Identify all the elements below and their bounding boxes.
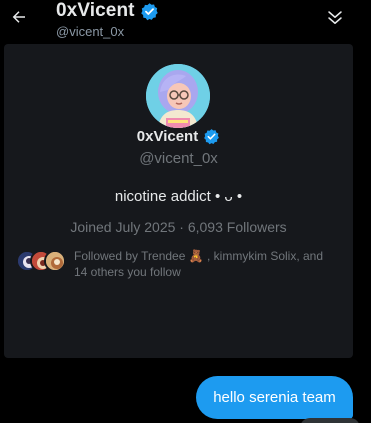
header-handle: @vicent_0x — [56, 24, 125, 39]
back-arrow-icon — [12, 11, 25, 23]
verified-badge-icon — [204, 129, 220, 145]
header-display-name: 0xVicent — [56, 0, 135, 21]
profile-avatar[interactable] — [146, 64, 210, 128]
profile-handle: @vicent_0x — [139, 150, 218, 167]
profile-card[interactable]: 0xVicent @vicent_0x nicotine addict • ᴗ … — [4, 44, 353, 358]
header-title: 0xVicent — [56, 0, 159, 22]
verified-badge-icon — [140, 2, 158, 20]
profile-meta: Joined July 2025 · 6,093 Followers — [70, 219, 287, 235]
follower-avatar — [44, 250, 66, 272]
profile-display-name: 0xVicent — [136, 128, 199, 145]
collapse-button[interactable] — [325, 8, 345, 28]
profile-name-row: 0xVicent — [4, 128, 353, 145]
double-chevron-down-icon — [328, 11, 342, 24]
profile-bio: nicotine addict • ᴗ • — [114, 188, 243, 205]
avatar-illustration — [146, 64, 210, 128]
next-message-partial — [300, 418, 360, 423]
followed-by-row[interactable]: Followed by Trendee 🧸 , kimmykim Solix, … — [16, 248, 346, 280]
back-button[interactable] — [8, 6, 30, 28]
dm-conversation-view: 0xVicent @vicent_0x 0xVicent @vicent_0x … — [0, 0, 371, 423]
message-text: hello serenia team — [213, 389, 336, 406]
conversation-header: 0xVicent @vicent_0x — [0, 0, 371, 44]
follower-avatars — [16, 250, 66, 274]
followed-by-text: Followed by Trendee 🧸 , kimmykim Solix, … — [74, 249, 324, 279]
sent-message-bubble[interactable]: hello serenia team — [196, 376, 353, 419]
